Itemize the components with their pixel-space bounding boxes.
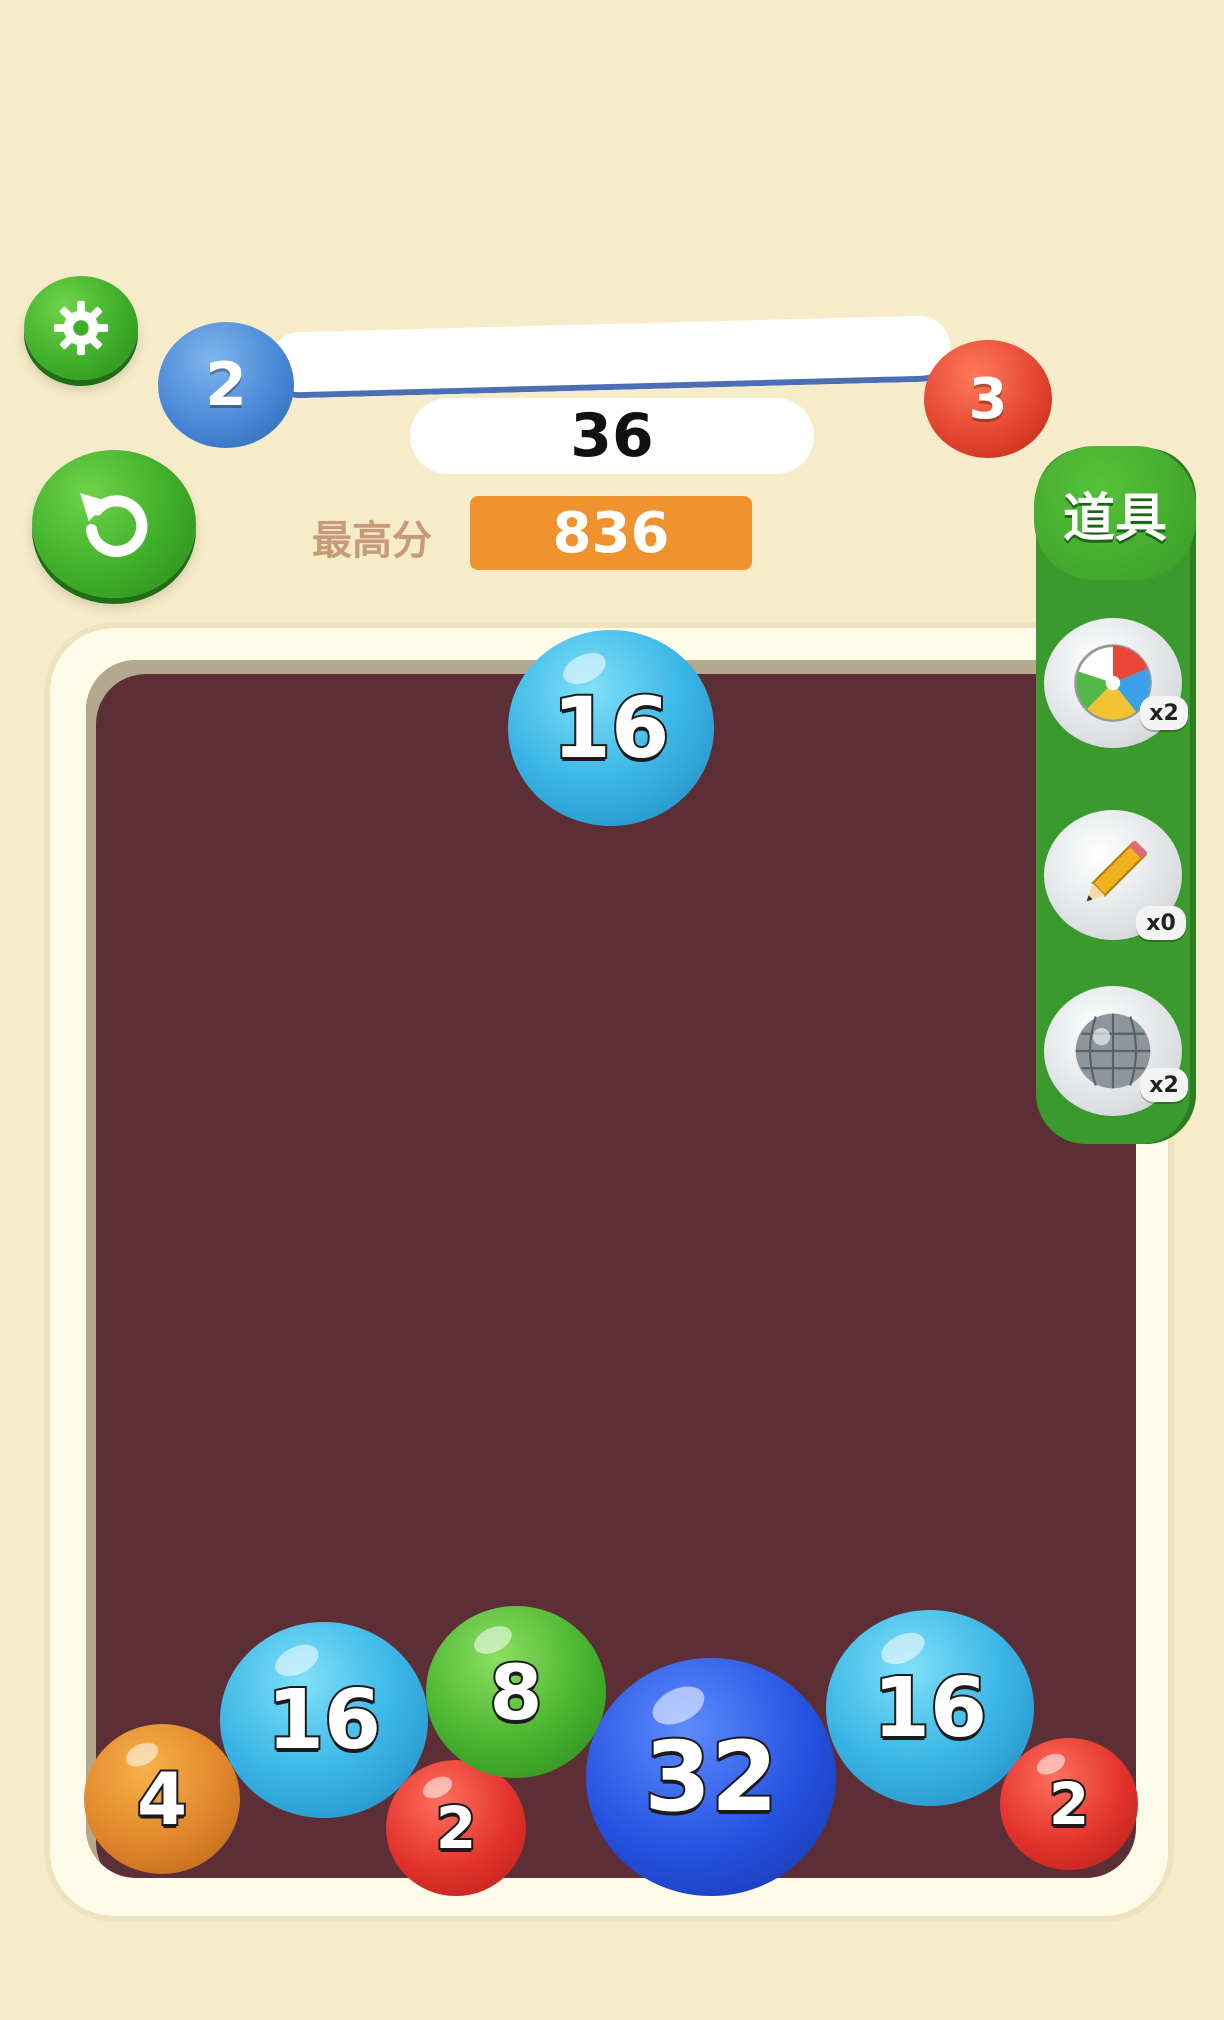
board-ball: 16 (220, 1622, 428, 1818)
tools-header[interactable]: 道具 (1034, 446, 1196, 580)
board-ball: 2 (386, 1760, 526, 1896)
current-score: 36 (410, 398, 814, 474)
drop-ball[interactable]: 16 (508, 630, 714, 826)
gear-icon (53, 300, 109, 356)
restart-icon (80, 493, 148, 558)
best-score-value: 836 (470, 496, 752, 570)
level-progress-track (269, 315, 951, 399)
tool-disco-ball-count: x2 (1140, 1068, 1188, 1102)
board-ball: 16 (826, 1610, 1034, 1806)
tool-pencil-count: x0 (1136, 906, 1186, 940)
board-ball: 8 (426, 1606, 606, 1778)
best-score-label: 最高分 (312, 518, 432, 564)
board-ball: 32 (586, 1658, 836, 1896)
tool-beach-ball-count: x2 (1140, 696, 1188, 730)
next-level-ball: 3 (924, 340, 1052, 458)
board-ball: 2 (1000, 1738, 1138, 1870)
restart-button[interactable] (32, 450, 196, 598)
board-ball: 4 (84, 1724, 240, 1874)
settings-button[interactable] (24, 276, 138, 380)
current-level-ball: 2 (158, 322, 294, 448)
